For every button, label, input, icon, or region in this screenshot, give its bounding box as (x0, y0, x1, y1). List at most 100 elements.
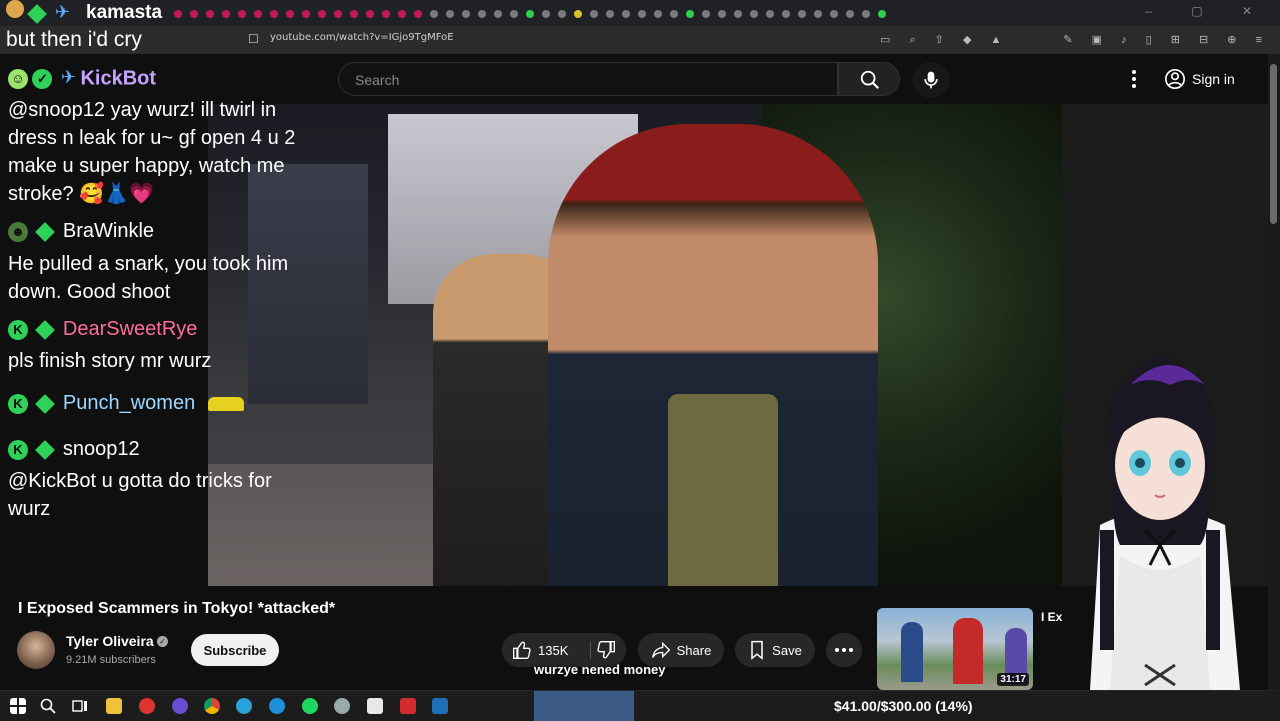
settings-menu-button[interactable] (1124, 68, 1144, 90)
kick-badge-icon: K (8, 393, 28, 414)
rocket-icon: ✈ (60, 67, 76, 87)
scrollbar-thumb[interactable] (1270, 64, 1277, 224)
voice-search-button[interactable] (912, 62, 950, 98)
stream-caption: wurzye nened money (534, 662, 666, 677)
chrome-icon[interactable] (204, 698, 220, 714)
video-duration: 31:17 (997, 673, 1029, 686)
tab-favicon[interactable] (478, 10, 486, 18)
obs-icon[interactable] (139, 698, 155, 714)
tab-favicon[interactable] (670, 10, 678, 18)
chat-message-text: pls finish story mr wurz (8, 350, 212, 372)
edge-icon[interactable] (269, 698, 285, 714)
streamer-badges: ✈ (6, 0, 70, 24)
chat-message-text: @snoop12 yay wurz! ill twirl in dress n … (8, 99, 296, 205)
discord-icon[interactable] (172, 698, 188, 714)
more-horiz-icon (835, 648, 853, 652)
car-emote-icon (207, 396, 244, 411)
tab-favicon[interactable] (462, 10, 470, 18)
tab-favicon[interactable] (638, 10, 646, 18)
tab-favicon[interactable] (622, 10, 630, 18)
tab-favicon[interactable] (686, 10, 694, 18)
avatar[interactable] (17, 631, 55, 669)
taskbar-active-item[interactable] (534, 691, 634, 721)
tab-favicon[interactable] (814, 10, 822, 18)
search-input[interactable] (353, 69, 827, 91)
tab-favicon[interactable] (654, 10, 662, 18)
tab-favicon[interactable] (750, 10, 758, 18)
spotify-icon[interactable] (302, 698, 318, 714)
app-icon[interactable] (367, 698, 383, 714)
chat-message: K Punch_women (8, 392, 244, 415)
dislike-button[interactable] (596, 640, 616, 663)
save-button[interactable]: Save (735, 633, 815, 667)
tab-favicon[interactable] (542, 10, 550, 18)
windows-start-icon[interactable] (10, 698, 26, 714)
tab-favicon[interactable] (830, 10, 838, 18)
tab-favicon[interactable] (766, 10, 774, 18)
subscribe-button[interactable]: Subscribe (191, 634, 279, 666)
search-box[interactable] (338, 62, 838, 96)
search-button[interactable] (838, 62, 900, 96)
tab-favicon[interactable] (798, 10, 806, 18)
search-icon[interactable] (40, 698, 56, 714)
chat-username[interactable]: BraWinkle (63, 220, 154, 242)
tab-favicon[interactable] (782, 10, 790, 18)
like-button[interactable]: 135K (502, 640, 568, 660)
tab-favicon[interactable] (846, 10, 854, 18)
tab-favicon[interactable] (446, 10, 454, 18)
browser-toolbar-icons[interactable]: ▭ ⌕ ⇧ ◆ ▲ (880, 33, 1009, 47)
tab-favicon[interactable] (366, 10, 374, 18)
chat-username[interactable]: Punch_women (63, 392, 195, 414)
window-controls[interactable]: – ▢ ✕ (1145, 4, 1270, 18)
file-explorer-icon[interactable] (106, 698, 122, 714)
tab-favicon[interactable] (734, 10, 742, 18)
badge-icon (35, 439, 56, 460)
app-icon[interactable] (432, 698, 448, 714)
tab-favicon[interactable] (718, 10, 726, 18)
tab-favicon[interactable] (334, 10, 342, 18)
telegram-icon[interactable] (236, 698, 252, 714)
thumbs-up-icon (513, 641, 531, 659)
page-scrollbar[interactable] (1268, 54, 1280, 690)
bookmark-icon (751, 640, 763, 660)
sign-in-button[interactable]: Sign in (1164, 64, 1254, 94)
tab-favicon[interactable] (382, 10, 390, 18)
recommended-video-thumbnail[interactable]: 31:17 (877, 608, 1033, 690)
tab-favicon[interactable] (414, 10, 422, 18)
chat-username[interactable]: snoop12 (63, 438, 140, 460)
tab-favicon[interactable] (350, 10, 358, 18)
tab-favicon[interactable] (606, 10, 614, 18)
brave-icon[interactable] (400, 698, 416, 714)
share-label: Share (676, 642, 712, 658)
tab-favicon[interactable] (430, 10, 438, 18)
channel-name[interactable]: Tyler Oliveira (66, 633, 154, 649)
more-actions-button[interactable] (826, 633, 862, 667)
kick-badge-icon: K (8, 439, 28, 460)
extension-icons[interactable]: ✎ ▣ ♪ ▯ ⊞ ⊟ ⊕ ≡ (1063, 33, 1270, 46)
video-player[interactable] (208, 104, 1062, 586)
subscriber-count: 9.21M subscribers (66, 654, 156, 666)
badge-icon (35, 319, 56, 340)
tab-favicon[interactable] (526, 10, 534, 18)
chat-username[interactable]: KickBot (80, 67, 156, 89)
tab-favicon[interactable] (590, 10, 598, 18)
tab-favicon[interactable] (702, 10, 710, 18)
tab-favicon[interactable] (878, 10, 886, 18)
tab-favicon[interactable] (494, 10, 502, 18)
chat-message-text: but then i'd cry (6, 28, 142, 51)
tab-favicon[interactable] (574, 10, 582, 18)
account-icon (1165, 69, 1185, 89)
tab-favicon[interactable] (862, 10, 870, 18)
chat-message: K DearSweetRye (8, 318, 197, 341)
tab-favicon[interactable] (398, 10, 406, 18)
emote-icon (6, 0, 24, 18)
tab-favicon[interactable] (510, 10, 518, 18)
tab-favicon[interactable] (558, 10, 566, 18)
chat-message-text: He pulled a snark, you took him down. Go… (8, 253, 289, 303)
app-icon[interactable] (334, 698, 350, 714)
chat-message: ☻ BraWinkle (8, 220, 154, 243)
task-view-icon[interactable] (72, 698, 88, 714)
chat-username[interactable]: DearSweetRye (63, 318, 198, 340)
video-title: I Exposed Scammers in Tokyo! *attacked* (18, 600, 336, 617)
thumbs-down-icon (597, 641, 615, 659)
